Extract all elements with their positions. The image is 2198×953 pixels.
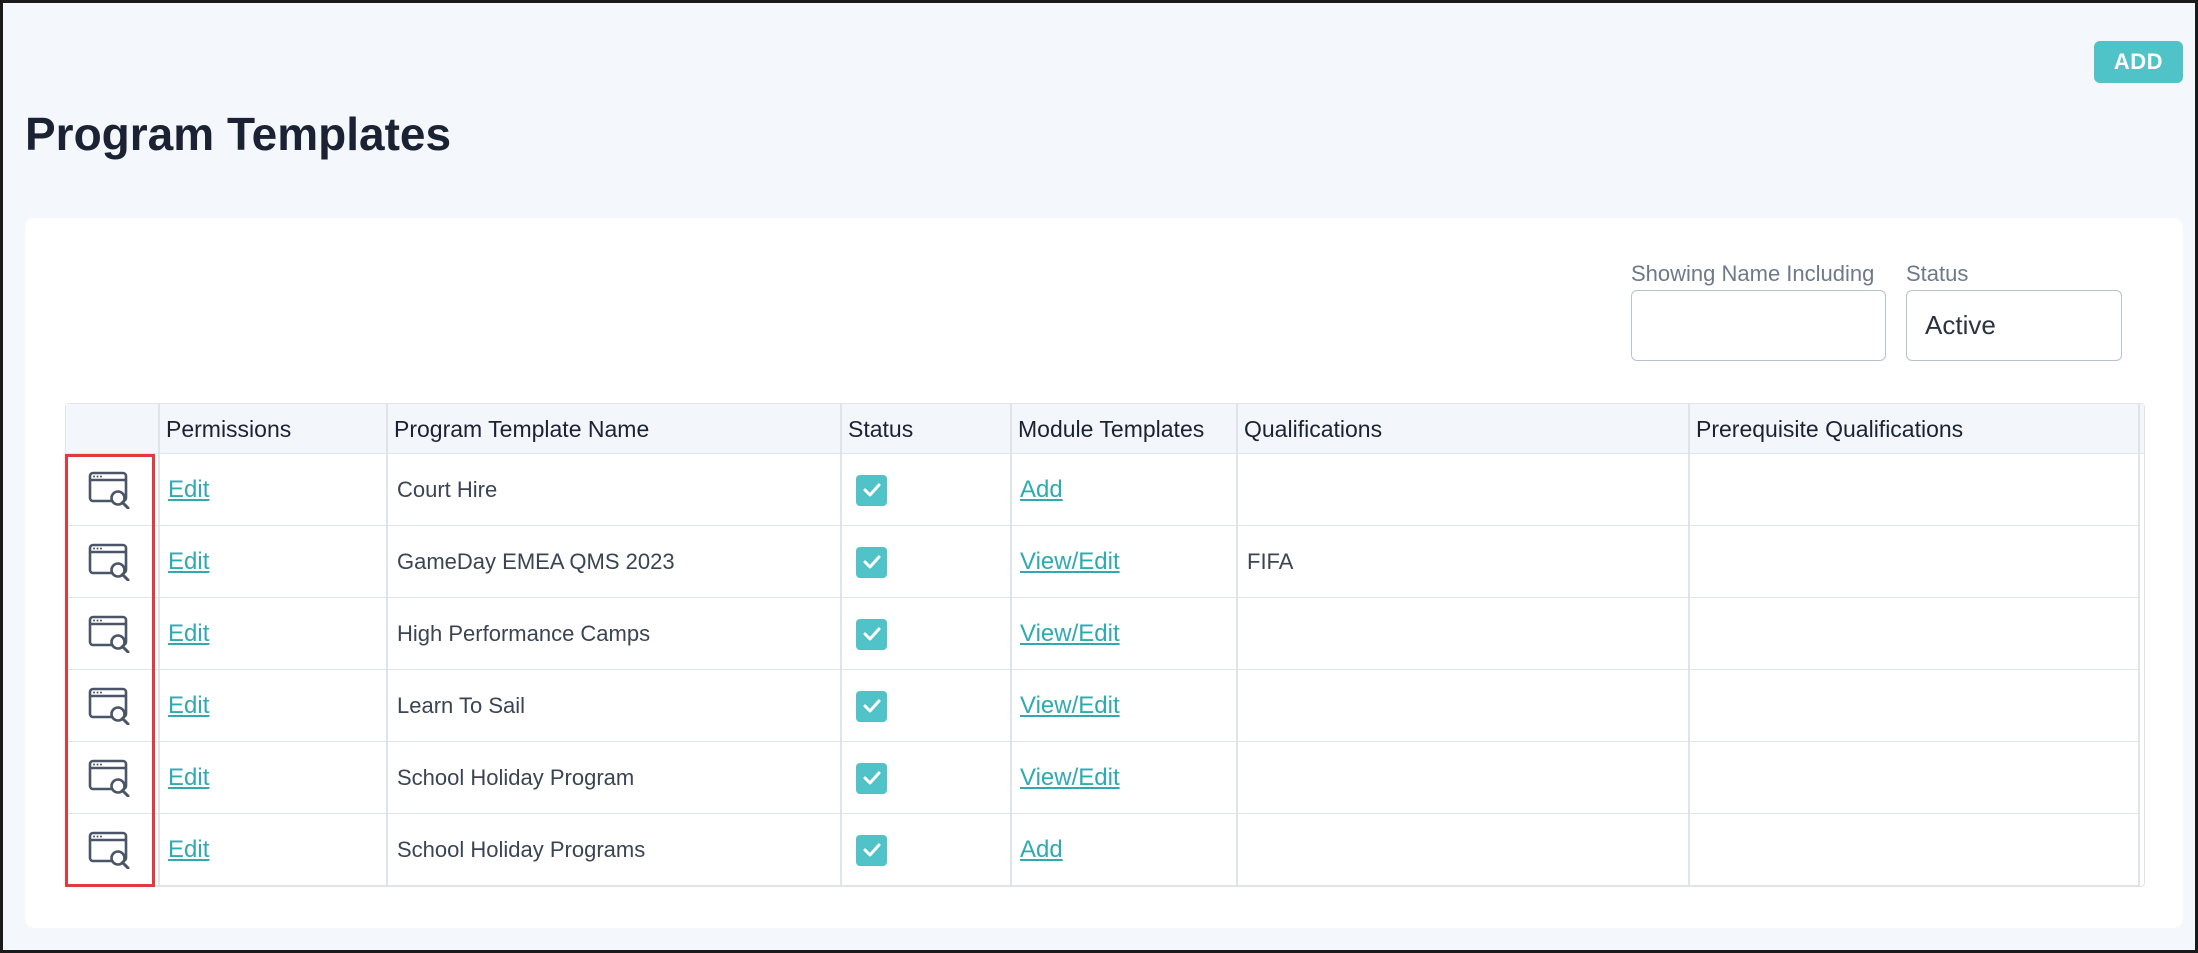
column-header-module-templates: Module Templates — [1018, 415, 1205, 442]
status-checkbox[interactable] — [856, 546, 887, 578]
column-header-prerequisite-qualifications: Prerequisite Qualifications — [1696, 415, 1964, 442]
table-row: Edit School Holiday Program View/Edit — [66, 742, 2139, 814]
permissions-edit-link[interactable]: Edit — [168, 548, 209, 576]
module-templates-link[interactable]: View/Edit — [1020, 620, 1120, 648]
table-row: Edit High Performance Camps View/Edit — [66, 598, 2139, 670]
app-frame: ADD Program Templates Showing Name Inclu… — [0, 0, 2198, 953]
qualifications-cell — [1247, 742, 1677, 814]
checkmark-icon — [863, 843, 880, 857]
checkmark-icon — [863, 627, 880, 641]
permissions-edit-link[interactable]: Edit — [168, 692, 209, 720]
name-filter-label: Showing Name Including — [1631, 261, 1875, 286]
status-checkbox[interactable] — [856, 834, 887, 866]
qualifications-cell — [1247, 814, 1677, 886]
program-template-name: Court Hire — [397, 477, 498, 502]
program-templates-table: Permissions Program Template Name Status… — [65, 403, 2145, 887]
program-template-name: School Holiday Program — [397, 765, 635, 790]
module-templates-link[interactable]: View/Edit — [1020, 764, 1120, 792]
module-templates-link[interactable]: Add — [1020, 476, 1063, 504]
column-header-permissions: Permissions — [166, 415, 292, 442]
program-template-name: Learn To Sail — [397, 693, 526, 718]
status-filter-select[interactable]: Active — [1906, 290, 2122, 361]
table-row: Edit Learn To Sail View/Edit — [66, 670, 2139, 742]
status-checkbox[interactable] — [856, 474, 887, 506]
module-templates-link[interactable]: View/Edit — [1020, 548, 1120, 576]
table-header: Permissions Program Template Name Status… — [66, 404, 2144, 454]
checkmark-icon — [863, 483, 880, 497]
program-template-name: GameDay EMEA QMS 2023 — [397, 549, 675, 574]
view-search-icon[interactable] — [88, 598, 138, 670]
qualifications-cell — [1247, 454, 1677, 526]
view-search-icon[interactable] — [88, 670, 138, 742]
checkmark-icon — [863, 699, 880, 713]
status-filter-label: Status — [1906, 261, 1969, 286]
add-button[interactable]: ADD — [2094, 41, 2183, 83]
checkmark-icon — [863, 555, 880, 569]
program-template-name: School Holiday Programs — [397, 837, 646, 862]
status-checkbox[interactable] — [856, 618, 887, 650]
permissions-edit-link[interactable]: Edit — [168, 476, 209, 504]
qualifications-cell — [1247, 598, 1677, 670]
column-header-status: Status — [848, 415, 914, 442]
status-checkbox[interactable] — [856, 762, 887, 794]
permissions-edit-link[interactable]: Edit — [168, 836, 209, 864]
view-search-icon[interactable] — [88, 454, 138, 526]
program-template-name: High Performance Camps — [397, 621, 651, 646]
prerequisite-qualifications-cell — [1698, 670, 2128, 742]
view-search-icon[interactable] — [88, 814, 138, 886]
status-checkbox[interactable] — [856, 690, 887, 722]
prerequisite-qualifications-cell — [1698, 742, 2128, 814]
module-templates-link[interactable]: View/Edit — [1020, 692, 1120, 720]
qualifications-cell — [1247, 670, 1677, 742]
view-search-icon[interactable] — [88, 526, 138, 598]
column-header-qualifications: Qualifications — [1244, 415, 1383, 442]
table-row: Edit GameDay EMEA QMS 2023 View/Edit FIF… — [66, 526, 2139, 598]
module-templates-link[interactable]: Add — [1020, 836, 1063, 864]
table-row: Edit Court Hire Add — [66, 454, 2139, 526]
permissions-edit-link[interactable]: Edit — [168, 764, 209, 792]
prerequisite-qualifications-cell — [1698, 526, 2128, 598]
permissions-edit-link[interactable]: Edit — [168, 620, 209, 648]
prerequisite-qualifications-cell — [1698, 454, 2128, 526]
name-filter-input[interactable] — [1631, 290, 1886, 361]
column-header-name: Program Template Name — [394, 415, 650, 442]
column-header-actions — [66, 404, 158, 454]
checkmark-icon — [863, 771, 880, 785]
page-title: Program Templates — [25, 108, 452, 160]
prerequisite-qualifications-cell — [1698, 598, 2128, 670]
table-row: Edit School Holiday Programs Add — [66, 814, 2139, 886]
view-search-icon[interactable] — [88, 742, 138, 814]
qualifications-cell: FIFA — [1247, 549, 1294, 574]
prerequisite-qualifications-cell — [1698, 814, 2128, 886]
